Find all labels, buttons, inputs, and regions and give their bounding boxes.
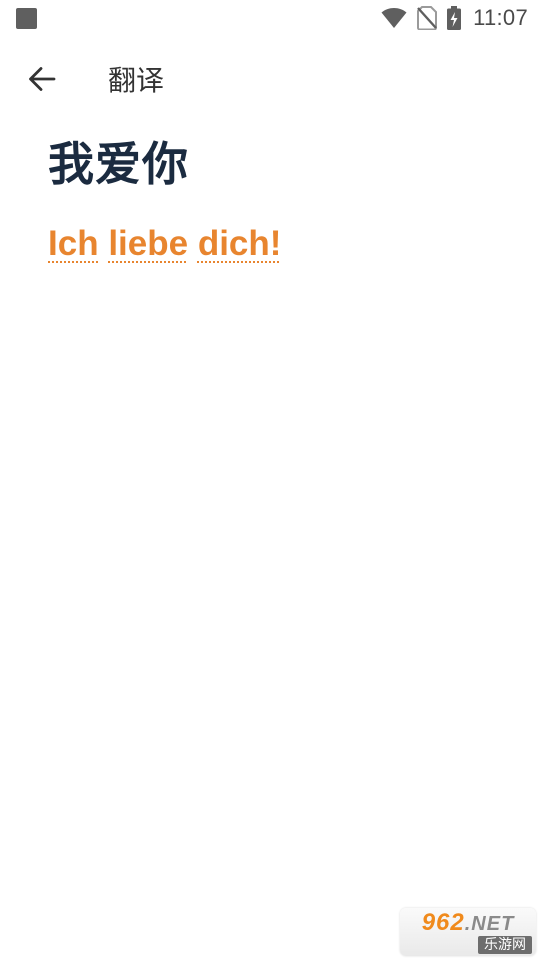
arrow-left-icon	[29, 67, 56, 91]
wifi-icon	[381, 7, 407, 29]
battery-charging-icon	[447, 6, 462, 30]
translation-word[interactable]: liebe	[108, 224, 188, 263]
status-bar: 11:07	[0, 0, 540, 36]
watermark-brand-number: 962	[421, 909, 465, 936]
page-title: 翻译	[108, 64, 165, 97]
back-button[interactable]	[12, 49, 72, 109]
status-clock: 11:07	[473, 5, 528, 30]
watermark-site-name: 乐游网	[478, 936, 532, 954]
watermark-brand-suffix: .NET	[464, 913, 515, 935]
status-left	[16, 7, 37, 29]
source-text: 我爱你	[48, 137, 189, 191]
translation-word[interactable]: Ich	[48, 224, 99, 263]
notification-square-icon	[16, 7, 37, 29]
no-sim-icon	[417, 6, 438, 30]
watermark-brand: 962.NET	[400, 910, 536, 936]
toolbar: 翻译	[0, 46, 540, 112]
site-watermark-logo: 962.NET 乐游网	[400, 908, 536, 956]
translation-word[interactable]: dich!	[198, 224, 282, 263]
translation-screen: 11:07 翻译 我爱你 Ich liebe dich! 962.NET 乐游网	[0, 0, 540, 960]
status-right: 11:07	[381, 5, 528, 31]
translation-text: Ich liebe dich!	[48, 224, 281, 264]
